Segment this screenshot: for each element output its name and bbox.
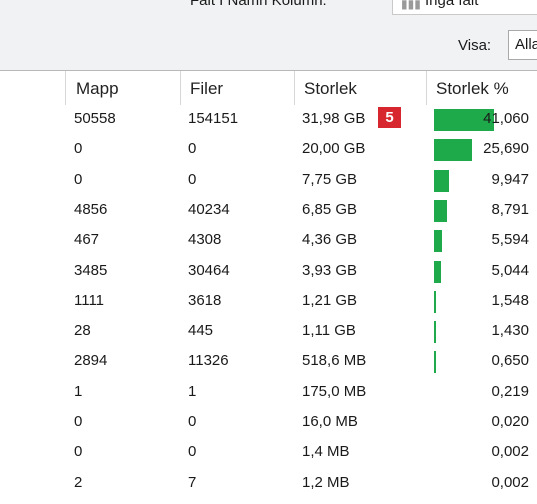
filer-cell: 40234 (188, 200, 230, 218)
storlek-cell: 6,85 GB (302, 200, 358, 218)
size-percent-bar (434, 290, 437, 313)
storlek-procent-cell: 25,690 (483, 140, 529, 158)
filer-cell: 0 (188, 140, 197, 158)
storlek-procent-cell: 8,791 (491, 200, 529, 218)
column-header-filer[interactable]: Filer (190, 79, 223, 99)
storlek-cell: 1,2 MB (302, 473, 350, 491)
column-header-storlek[interactable]: Storlek (304, 79, 357, 99)
mapp-cell: 1111 (74, 291, 105, 309)
mapp-cell: 0 (74, 413, 83, 430)
filer-cell: 11326 (188, 352, 229, 370)
folder-size-table: Mapp Filer Storlek Storlek % 50558 154151… (0, 71, 537, 504)
column-divider[interactable] (426, 71, 427, 105)
storlek-cell: 20,00 GB (302, 140, 366, 158)
visa-label: Visa: (458, 37, 492, 54)
filer-cell: 1 (188, 382, 197, 400)
storlek-cell: 1,4 MB (302, 443, 350, 461)
table-row[interactable]: 0 0 7,75 GB 9,947 (0, 166, 537, 196)
storlek-cell: 518,6 MB (302, 352, 367, 370)
table-row[interactable]: 467 4308 4,36 GB 5,594 (0, 226, 537, 256)
mapp-cell: 0 (74, 443, 83, 461)
size-percent-bar (434, 230, 443, 253)
table-row[interactable]: 50558 154151 31,98 GB 41,060 (0, 105, 537, 135)
mapp-cell: 4856 (74, 200, 108, 218)
storlek-cell: 3,93 GB (302, 261, 358, 279)
storlek-procent-cell: 1,548 (491, 291, 529, 309)
storlek-procent-cell: 5,044 (491, 261, 529, 279)
filter-field-value: Inga falt (425, 0, 479, 9)
storlek-procent-cell: 0,002 (491, 443, 529, 461)
storlek-cell: 4,36 GB (302, 231, 358, 249)
column-divider[interactable] (65, 71, 66, 105)
mapp-cell: 467 (74, 231, 100, 249)
visa-dropdown-value: Alla (515, 36, 537, 53)
grid-icon: ▮▮▮ (401, 0, 421, 11)
storlek-procent-cell: 1,430 (491, 322, 529, 340)
size-percent-bar (434, 139, 472, 162)
table-row[interactable]: 1111 3618 1,21 GB 1,548 (0, 287, 537, 317)
size-percent-bar (434, 260, 442, 283)
table-row[interactable]: 4856 40234 6,85 GB 8,791 (0, 196, 537, 226)
mapp-cell: 1 (74, 382, 83, 400)
storlek-cell: 1,21 GB (302, 291, 358, 309)
filer-cell: 0 (188, 170, 197, 188)
table-row[interactable]: 0 0 20,00 GB 25,690 (0, 135, 537, 165)
column-divider[interactable] (180, 71, 181, 105)
filter-label: Falt I Namn Kolumn: (190, 0, 327, 9)
storlek-procent-cell: 9,947 (491, 170, 529, 188)
table-row[interactable]: 0 0 16,0 MB 0,020 (0, 408, 537, 438)
filer-cell: 154151 (188, 110, 239, 127)
storlek-procent-cell: 0,002 (491, 473, 529, 491)
table-row[interactable]: 2894 11326 518,6 MB 0,650 (0, 347, 537, 377)
table-row[interactable]: 1 1 175,0 MB 0,219 (0, 378, 537, 408)
filer-cell: 4308 (188, 231, 222, 249)
column-divider[interactable] (294, 71, 295, 105)
mapp-cell: 0 (74, 170, 83, 188)
size-percent-bar (434, 199, 447, 222)
size-percent-bar (434, 169, 449, 192)
storlek-procent-cell: 5,594 (491, 231, 529, 249)
storlek-cell: 16,0 MB (302, 413, 358, 430)
mapp-cell: 50558 (74, 110, 116, 127)
mapp-cell: 3485 (74, 261, 108, 279)
filer-cell: 30464 (188, 261, 230, 279)
visa-dropdown[interactable]: Alla (508, 30, 537, 60)
mapp-cell: 2894 (74, 352, 108, 370)
storlek-cell: 7,75 GB (302, 170, 358, 188)
size-percent-bar (434, 321, 437, 344)
mapp-cell: 0 (74, 140, 83, 158)
column-header-storlek-procent[interactable]: Storlek % (436, 79, 509, 99)
table-row[interactable]: 0 0 1,4 MB 0,002 (0, 438, 537, 468)
mapp-cell: 2 (74, 473, 83, 491)
mapp-cell: 28 (74, 322, 91, 340)
storlek-procent-cell: 41,060 (483, 110, 529, 127)
step-badge: 5 (378, 107, 401, 128)
table-row[interactable]: 3485 30464 3,93 GB 5,044 (0, 257, 537, 287)
filter-field[interactable]: ▮▮▮ Inga falt (392, 0, 537, 15)
storlek-procent-cell: 0,020 (491, 413, 529, 430)
filer-cell: 0 (188, 443, 197, 461)
toolbar: Falt I Namn Kolumn: ▮▮▮ Inga falt Visa: … (0, 0, 537, 71)
table-row[interactable]: 28 445 1,11 GB 1,430 (0, 317, 537, 347)
filer-cell: 7 (188, 473, 197, 491)
filer-cell: 3618 (188, 291, 222, 309)
storlek-procent-cell: 0,650 (491, 352, 529, 370)
storlek-procent-cell: 0,219 (491, 382, 529, 400)
filer-cell: 0 (188, 413, 197, 430)
storlek-cell: 175,0 MB (302, 382, 367, 400)
filer-cell: 445 (188, 322, 214, 340)
column-header-mapp[interactable]: Mapp (76, 79, 119, 99)
storlek-cell: 1,11 GB (302, 322, 356, 340)
storlek-cell: 31,98 GB (302, 110, 366, 127)
size-percent-bar (434, 351, 436, 374)
table-row[interactable]: 2 7 1,2 MB 0,002 (0, 469, 537, 499)
